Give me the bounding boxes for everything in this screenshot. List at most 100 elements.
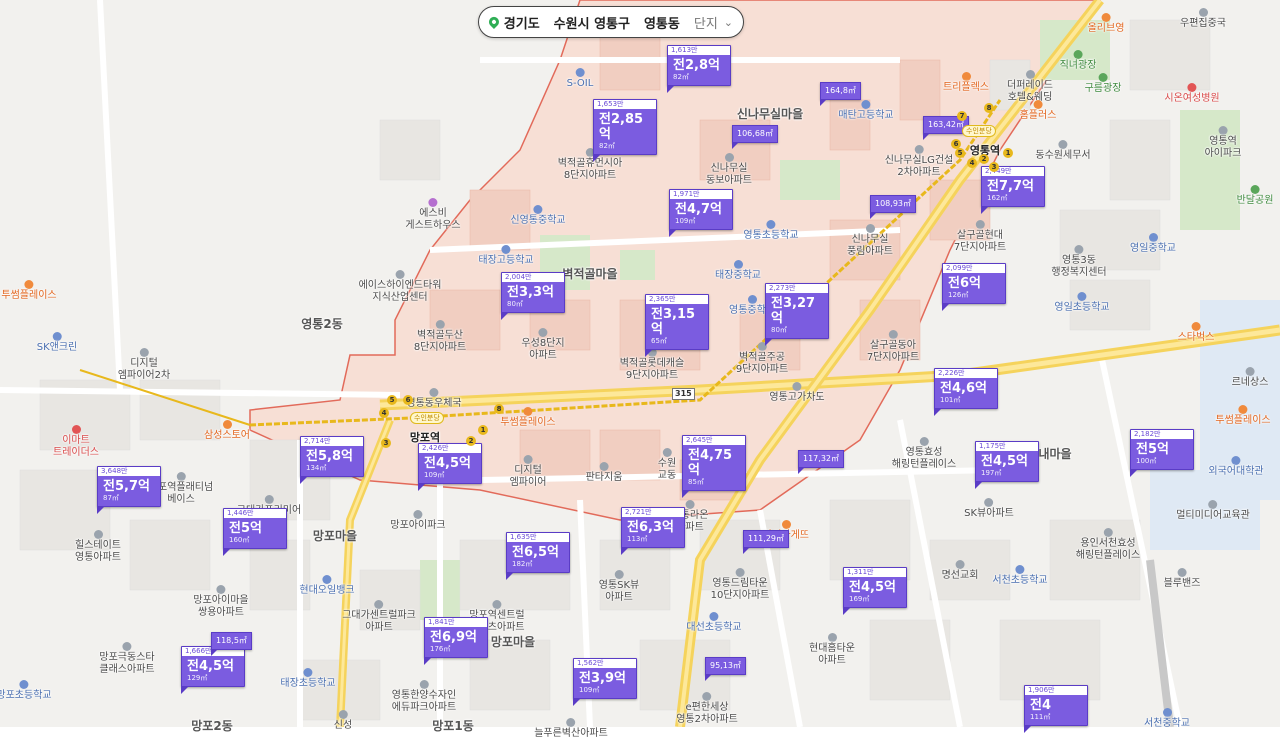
map-label[interactable]: 시온여성병원 (1164, 83, 1220, 105)
map-label[interactable]: 삼성스토어 (204, 420, 250, 442)
price-marker[interactable]: 1,613만 전2,8억 82㎡ (667, 45, 731, 93)
map-label[interactable]: 망포아이파크 (390, 510, 446, 532)
area-tag-marker[interactable]: 164,8㎡ (820, 82, 861, 106)
map-label[interactable]: 용인서천효성 해링턴플레이스 (1076, 528, 1140, 562)
map-label[interactable]: SK뷰아파트 (964, 498, 1014, 520)
map-label[interactable]: 영통3동 행정복지센터 (1051, 245, 1107, 279)
map-label[interactable]: 우성8단지 아파트 (521, 328, 565, 362)
price-marker[interactable]: 1,653만 전2,85억 82㎡ (593, 99, 657, 162)
chevron-down-icon[interactable]: ⌄ (724, 16, 733, 29)
breadcrumb-city[interactable]: 수원시 영통구 (554, 13, 630, 32)
map-label[interactable]: S-OIL (567, 68, 593, 90)
price-marker[interactable]: 1,971만 전4,7억 109㎡ (669, 189, 733, 237)
price-marker[interactable]: 2,721만 전6,3억 113㎡ (621, 507, 685, 555)
map-label[interactable]: 태장고등학교 (478, 245, 534, 267)
price-marker[interactable]: 2,004만 전3,3억 80㎡ (501, 272, 565, 320)
price-marker[interactable]: 1,446만 전5억 160㎡ (223, 508, 287, 556)
price-marker[interactable]: 2,099만 전6억 126㎡ (942, 263, 1006, 311)
map-label[interactable]: 신나무실 풍림아파트 (847, 224, 893, 258)
map-label[interactable]: 판타지움 (586, 462, 622, 484)
map-label[interactable]: 명선교회 (942, 560, 978, 582)
map-label[interactable]: 반달공원 (1237, 185, 1273, 207)
map-label[interactable]: 에이스하이엔드타워 지식산업센터 (359, 270, 441, 304)
price-marker[interactable]: 2,226만 전4,6억 101㎡ (934, 368, 998, 416)
map-label[interactable]: 우편집중국 (1180, 8, 1226, 30)
map-label[interactable]: 신영통중학교 (510, 205, 566, 227)
map-label[interactable]: 블루밴즈 (1164, 568, 1200, 590)
map-label[interactable]: 영통효성 해링턴플레이스 (892, 437, 956, 471)
price-marker[interactable]: 2,182만 전5억 100㎡ (1130, 429, 1194, 477)
map-label[interactable]: 살구골현대 7단지아파트 (954, 220, 1006, 254)
area-tag-marker[interactable]: 106,68㎡ (732, 125, 778, 149)
map-label[interactable]: 구름광장 (1085, 73, 1121, 95)
area-tag-marker[interactable]: 95,13㎡ (705, 657, 746, 681)
map-label[interactable]: 영통초등학교 (743, 220, 799, 242)
area-tag-marker[interactable]: 118,5㎡ (211, 632, 252, 656)
map-label[interactable]: 서천초등학교 (992, 565, 1048, 587)
map-label[interactable]: 투썸플레이스 (500, 407, 556, 429)
map-label[interactable]: 영일중학교 (1130, 233, 1176, 255)
map-label[interactable]: 망포초등학교 (0, 680, 52, 702)
map-label[interactable]: 직녀광장 (1060, 50, 1096, 72)
price-marker[interactable]: 2,645만 전4,75억 85㎡ (682, 435, 746, 498)
map-label[interactable]: 신성 (334, 710, 352, 732)
price-marker[interactable]: 2,449만 전7,7억 162㎡ (981, 166, 1045, 214)
area-tag-marker[interactable]: 117,32㎡ (798, 450, 844, 474)
price-marker[interactable]: 1,562만 전3,9억 109㎡ (573, 658, 637, 706)
map-label[interactable]: 수원 교동 (658, 448, 676, 482)
map-label[interactable]: 르네상스 (1232, 367, 1268, 389)
price-marker[interactable]: 1,635만 전6,5억 182㎡ (506, 532, 570, 580)
map-label[interactable]: 신나무실LG건설 2차아파트 (885, 145, 953, 179)
map-label[interactable]: 동수원세무서 (1035, 140, 1091, 162)
map-label[interactable]: 올리브영 (1088, 13, 1124, 35)
map-label[interactable]: 영통동우체국 (406, 388, 462, 410)
map-label[interactable]: 대선초등학교 (686, 612, 742, 634)
map-label[interactable]: 망포아이마을 쌍용아파트 (193, 585, 249, 619)
price-marker[interactable]: 1,906만 전4 111㎡ (1024, 685, 1088, 733)
map-label[interactable]: SK앤크린 (37, 332, 77, 354)
map-label[interactable]: 트리플렉스 (943, 72, 989, 94)
price-marker[interactable]: 2,365만 전3,15억 65㎡ (645, 294, 709, 357)
map-label[interactable]: 현대오일뱅크 (299, 575, 355, 597)
map-label[interactable]: 더퍼레이드 호텔&웨딩 (1007, 70, 1053, 104)
map-label[interactable]: 살구골동아 7단지아파트 (867, 330, 919, 364)
price-marker[interactable]: 2,426만 전4,5억 109㎡ (418, 443, 482, 491)
price-marker[interactable]: 2,273만 전3,27억 80㎡ (765, 283, 829, 346)
map-label[interactable]: 그대가센트럴파크 아파트 (342, 600, 416, 634)
map-label[interactable]: 멀티미디어교육관 (1176, 500, 1250, 522)
breadcrumb-province[interactable]: 경기도 (504, 13, 540, 32)
map-label[interactable]: 영통역 아이파크 (1205, 126, 1241, 160)
map-label[interactable]: 신나무실 동보아파트 (706, 153, 752, 187)
map-label[interactable]: 투썸플레이스 (1, 280, 57, 302)
map-label[interactable]: 투썸플레이스 (1215, 405, 1271, 427)
map-label[interactable]: 영통고가차도 (769, 382, 825, 404)
map-label[interactable]: 에스비 게스트하우스 (405, 198, 461, 232)
price-marker[interactable]: 2,714만 전5,8억 134㎡ (300, 436, 364, 484)
map-label[interactable]: 벽적골두산 8단지아파트 (414, 320, 466, 354)
map-label[interactable]: 이마트 트레이더스 (53, 425, 99, 459)
map-label[interactable]: 영일초등학교 (1054, 292, 1110, 314)
map-label[interactable]: 영통드림타운 10단지아파트 (711, 568, 769, 602)
map-label[interactable]: 디지털 엠파이어2차 (118, 348, 170, 382)
map-label[interactable]: 영통한양수자인 에듀파크아파트 (392, 680, 456, 714)
area-tag-marker[interactable]: 108,93㎡ (870, 195, 916, 219)
map-label[interactable]: 홈플러스 (1020, 100, 1056, 122)
price-marker[interactable]: 1,841만 전6,9억 176㎡ (424, 617, 488, 665)
map-label[interactable]: 매탄고등학교 (838, 100, 894, 122)
breadcrumb-dong[interactable]: 영통동 (644, 13, 680, 32)
map-label[interactable]: 벽적골주공 9단지아파트 (736, 342, 788, 376)
map-label[interactable]: e편한세상 영통2차아파트 (676, 692, 738, 726)
map-label[interactable]: 현대홈타운 아파트 (809, 633, 855, 667)
map-label[interactable]: 영통SK뷰 아파트 (599, 570, 639, 604)
map-label[interactable]: 태장중학교 (715, 260, 761, 282)
price-marker[interactable]: 1,311만 전4,5억 169㎡ (843, 567, 907, 615)
map-label[interactable]: 망포극동스타 클래스아파트 (99, 642, 155, 676)
map-label[interactable]: 태장초등학교 (280, 668, 336, 690)
map-label[interactable]: 늘푸른벽산아파트 (534, 718, 608, 740)
price-marker[interactable]: 3,648만 전5,7억 87㎡ (97, 466, 161, 514)
map-label[interactable]: 힐스테이트 영통아파트 (75, 530, 121, 564)
map-label[interactable]: 디지털 엠파이어 (510, 455, 546, 489)
type-filter-dropdown[interactable]: 단지 (694, 13, 718, 32)
map-label[interactable]: 외국어대학관 (1208, 456, 1264, 478)
price-marker[interactable]: 1,175만 전4,5억 197㎡ (975, 441, 1039, 489)
